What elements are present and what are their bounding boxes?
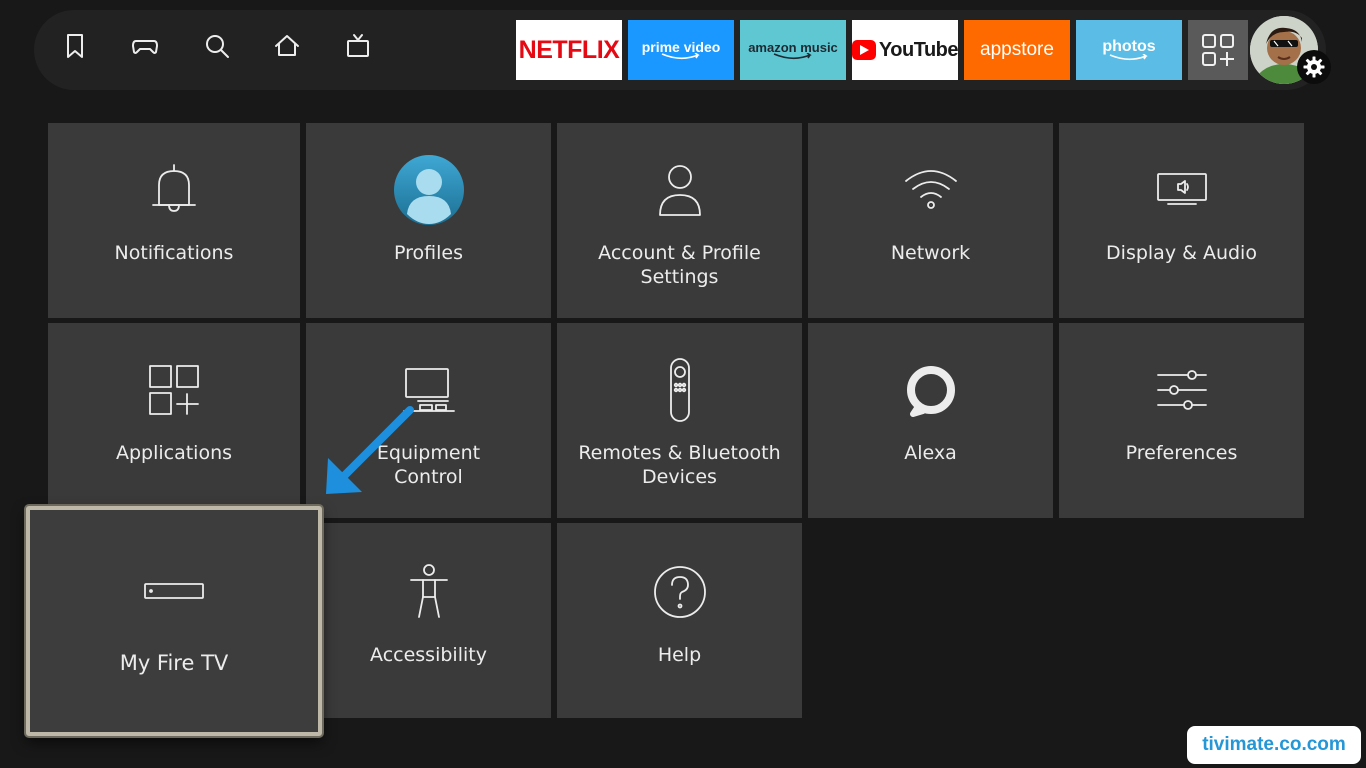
settings-tile-account-profile-settings[interactable]: Account & Profile Settings (557, 123, 802, 318)
watermark-label: tivimate.co.com (1187, 726, 1361, 764)
smile-arrow-icon (1109, 54, 1148, 61)
appstore-logo-text: appstore (980, 39, 1054, 60)
tile-label: Applications (115, 442, 233, 464)
tile-label: Notifications (114, 242, 234, 264)
tv-speaker-icon (1059, 159, 1304, 221)
prime-video-app-tile[interactable]: prime video (628, 20, 734, 80)
tile-label: Remotes & Bluetooth Devices (565, 441, 794, 489)
blue-pointer-arrow (326, 406, 414, 494)
wifi-icon (808, 159, 1053, 221)
settings-tile-notifications[interactable]: Notifications (48, 123, 300, 318)
all-apps-button[interactable] (1188, 20, 1248, 80)
person-icon (557, 159, 802, 221)
help-question-icon (557, 561, 802, 623)
youtube-logo-text: YouTube (878, 38, 958, 61)
bell-icon (48, 159, 300, 221)
accessibility-figure-icon (306, 561, 551, 623)
tile-label-line: Settings (640, 266, 719, 288)
live-tv-icon[interactable] (343, 31, 373, 61)
search-icon[interactable] (202, 31, 232, 61)
settings-tile-help[interactable]: Help (557, 523, 802, 718)
tile-label: Help (657, 644, 702, 666)
apps-grid-icon (1202, 34, 1234, 66)
tile-label-line: Account & Profile (598, 242, 761, 264)
settings-tile-display-audio[interactable]: Display & Audio (1059, 123, 1304, 318)
tile-label-line: Devices (642, 466, 717, 488)
profile-circle-icon (306, 155, 551, 225)
tile-label: Preferences (1125, 442, 1238, 464)
appstore-app-tile[interactable]: appstore (964, 20, 1070, 80)
youtube-app-tile[interactable]: YouTube (852, 20, 958, 80)
applications-grid-icon (48, 359, 300, 421)
settings-tile-profiles[interactable]: Profiles (306, 123, 551, 318)
smile-arrow-icon (773, 52, 812, 59)
netflix-logo-text: NETFLIX (518, 35, 620, 64)
tile-label-line: Remotes & Bluetooth (578, 442, 781, 464)
settings-tile-applications[interactable]: Applications (48, 323, 300, 518)
netflix-app-tile[interactable]: NETFLIX (516, 20, 622, 80)
settings-tile-remotes-bluetooth-devices[interactable]: Remotes & Bluetooth Devices (557, 323, 802, 518)
settings-tile-accessibility[interactable]: Accessibility (306, 523, 551, 718)
gamepad-icon[interactable] (130, 31, 160, 61)
settings-tile-alexa[interactable]: Alexa (808, 323, 1053, 518)
fire-tv-stick-icon (30, 560, 318, 622)
home-icon[interactable] (272, 31, 302, 61)
amazon-music-app-tile[interactable]: amazon music (740, 20, 846, 80)
tile-label: Network (890, 242, 971, 264)
alexa-ring-icon (808, 359, 1053, 421)
settings-tile-preferences[interactable]: Preferences (1059, 323, 1304, 518)
tile-label: Account & Profile Settings (565, 241, 794, 289)
bookmark-icon[interactable] (60, 31, 90, 61)
youtube-play-icon (852, 40, 876, 60)
settings-tile-network[interactable]: Network (808, 123, 1053, 318)
tile-label: Alexa (904, 442, 957, 464)
settings-gear-icon (1297, 50, 1331, 84)
settings-tile-my-fire-tv[interactable]: My Fire TV (26, 506, 322, 736)
photos-app-tile[interactable]: photos (1076, 20, 1182, 80)
remote-control-icon (557, 358, 802, 422)
tile-label: Profiles (394, 242, 463, 264)
tile-label: Display & Audio (1106, 242, 1257, 264)
tile-label: Accessibility (370, 644, 487, 666)
smile-arrow-icon (661, 53, 700, 60)
tile-label: My Fire TV (119, 651, 229, 675)
sliders-icon (1059, 359, 1304, 421)
